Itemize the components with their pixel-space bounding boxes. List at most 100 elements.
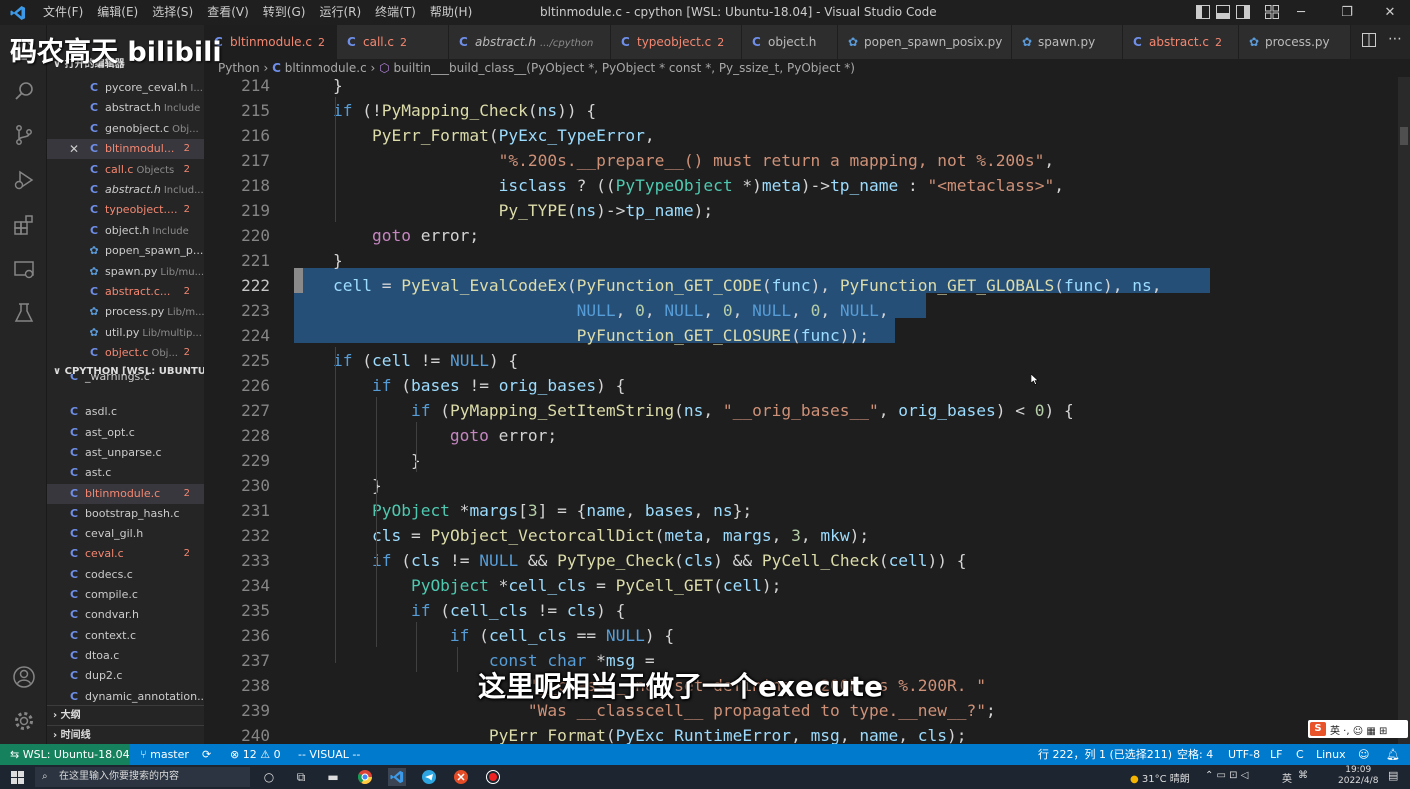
code-line[interactable]: PyFunction_GET_CLOSURE(func)); (294, 323, 869, 348)
chrome-icon[interactable] (356, 768, 374, 786)
search-icon[interactable] (0, 71, 47, 111)
close-editor-icon[interactable]: ✕ (69, 139, 79, 159)
menu-terminal[interactable]: 终端(T) (368, 0, 423, 25)
file-tree-item[interactable]: Ccodecs.c (47, 565, 204, 585)
tab-call-c[interactable]: Ccall.c 2 (337, 25, 449, 59)
vertical-scrollbar[interactable] (1398, 77, 1410, 744)
open-editor-item[interactable]: ✿ util.py Lib/multip... (47, 323, 204, 343)
ime-toolbar[interactable]: S 英 ·, ☺ ▦ ⊞ (1308, 720, 1408, 738)
feedback-icon[interactable]: ☺ (1358, 744, 1369, 765)
scrollbar-thumb[interactable] (1400, 127, 1408, 145)
breadcrumb-symbol[interactable]: builtin___build_class__(PyObject *, PyOb… (393, 61, 854, 75)
encoding[interactable]: UTF-8 (1228, 744, 1260, 765)
code-line[interactable]: if (bases != orig_bases) { (294, 373, 625, 398)
tab-popen-spawn-posix-py[interactable]: ✿ popen_spawn_posix.py (838, 25, 1012, 59)
close-window-button[interactable]: ✕ (1367, 0, 1410, 25)
file-tree-item[interactable]: Ccontext.c (47, 626, 204, 646)
sync-icon[interactable]: ⟳ (202, 744, 211, 765)
code-line[interactable]: PyErr_Format(PyExc_TypeError, (294, 123, 655, 148)
open-editor-item[interactable]: Cabstract.h Include (47, 98, 204, 118)
tab-spawn-py[interactable]: ✿ spawn.py (1012, 25, 1123, 59)
outline-header[interactable]: › 大纲 (47, 705, 204, 725)
code-line[interactable]: if (!PyMapping_Check(ns)) { (294, 98, 596, 123)
tray-icons[interactable]: ⌃ ▭ ⊡ ◁ (1205, 770, 1248, 781)
recorder-icon[interactable] (484, 768, 502, 786)
telegram-icon[interactable] (420, 768, 438, 786)
code-line[interactable]: Py_TYPE(ns)->tp_name); (294, 198, 713, 223)
code-line[interactable]: "%.200s.__prepare__() must return a mapp… (294, 148, 1055, 173)
more-actions-icon[interactable]: ⋯ (1388, 31, 1402, 47)
run-debug-icon[interactable] (0, 160, 47, 200)
open-editor-item[interactable]: ✿ popen_spawn_p... (47, 241, 204, 261)
customize-layout-icon[interactable] (1265, 5, 1279, 19)
open-editor-item[interactable]: Cobject.h Include (47, 221, 204, 241)
indentation[interactable]: 空格: 4 (1177, 744, 1213, 765)
file-tree-item[interactable]: Cceval_gil.h (47, 524, 204, 544)
breadcrumb-folder[interactable]: Python (218, 61, 260, 75)
code-line[interactable]: cell = PyEval_EvalCodeEx(PyFunction_GET_… (294, 273, 1161, 298)
code-line[interactable]: if (cls != NULL && PyType_Check(cls) && … (294, 548, 967, 573)
menu-run[interactable]: 运行(R) (312, 0, 368, 25)
task-view-icon[interactable]: ⧉ (292, 768, 310, 786)
open-editor-item[interactable]: ✕ Cbltinmodul... 2 (47, 139, 204, 160)
weather-widget[interactable]: ● 31°C 晴朗 (1130, 770, 1190, 785)
file-tree-item[interactable]: Ccompile.c (47, 585, 204, 605)
open-editor-item[interactable]: Cgenobject.c Obj... (47, 119, 204, 139)
split-editor-icon[interactable] (1362, 33, 1376, 47)
problems-indicator[interactable]: ⊗ 12 ⚠ 0 (230, 744, 281, 765)
extensions-icon[interactable] (0, 205, 47, 245)
tab-abstract-c[interactable]: Cabstract.c 2 (1123, 25, 1239, 59)
tab-bltinmodule-c[interactable]: Cbltinmodule.c 2 (204, 25, 337, 59)
file-tree-item[interactable]: Cbootstrap_hash.c (47, 504, 204, 524)
code-line[interactable]: if (cell_cls == NULL) { (294, 623, 674, 648)
code-line[interactable]: } (294, 248, 343, 273)
file-tree-item[interactable]: Cdynamic_annotation... (47, 687, 204, 707)
cortana-icon[interactable]: ○ (260, 768, 278, 786)
timeline-header[interactable]: › 时间线 (47, 725, 204, 744)
notifications-bell-icon[interactable]: 🔔︎ (1386, 744, 1400, 765)
code-line[interactable]: } (294, 473, 382, 498)
open-editor-item[interactable]: Cabstract.c... 2 (47, 282, 204, 302)
testing-icon[interactable] (0, 293, 47, 333)
code-line[interactable]: isclass ? ((PyTypeObject *)meta)->tp_nam… (294, 173, 1064, 198)
tab-object-h[interactable]: Cobject.h (742, 25, 838, 59)
app-icon[interactable] (452, 768, 470, 786)
open-editor-item[interactable]: ✿ spawn.py Lib/mu... (47, 262, 204, 282)
code-line[interactable]: PyObject *cell_cls = PyCell_GET(cell); (294, 573, 781, 598)
end-of-line[interactable]: LF (1270, 744, 1282, 765)
code-line[interactable]: if (cell_cls != cls) { (294, 598, 625, 623)
vscode-taskbar-icon[interactable] (388, 768, 406, 786)
code-line[interactable]: if (PyMapping_SetItemString(ns, "__orig_… (294, 398, 1074, 423)
taskbar-search-input[interactable]: ⌕ 在这里输入你要搜索的内容 (35, 767, 250, 787)
toggle-primary-sidebar-icon[interactable] (1196, 5, 1210, 19)
code-line[interactable]: NULL, 0, NULL, 0, NULL, 0, NULL, (294, 298, 889, 323)
code-line[interactable]: } (294, 448, 421, 473)
file-tree-item[interactable]: Cbltinmodule.c 2 (47, 483, 204, 504)
source-control-icon[interactable] (0, 115, 47, 155)
toggle-panel-icon[interactable] (1216, 5, 1230, 19)
toggle-secondary-sidebar-icon[interactable] (1236, 5, 1250, 19)
settings-gear-icon[interactable] (0, 701, 47, 741)
tab-process-py[interactable]: ✿ process.py (1239, 25, 1351, 59)
open-editor-item[interactable]: Ctypeobject.... 2 (47, 200, 204, 220)
minimize-button[interactable]: ─ (1278, 0, 1324, 25)
file-tree-item[interactable]: Cast.c (47, 463, 204, 483)
code-line[interactable]: goto error; (294, 423, 557, 448)
code-line[interactable]: } (294, 77, 343, 98)
open-editor-item[interactable]: Cpycore_ceval.h I... (47, 78, 204, 98)
open-editor-item[interactable]: Ccall.c Objects 2 (47, 160, 204, 180)
file-tree-item[interactable]: Ccondvar.h (47, 605, 204, 625)
tab-typeobject-c[interactable]: Ctypeobject.c 2 (611, 25, 742, 59)
branch-indicator[interactable]: ⑂ master (140, 744, 189, 765)
file-tree-item[interactable]: Cast_opt.c (47, 423, 204, 443)
os-indicator[interactable]: Linux (1316, 744, 1346, 765)
file-tree-item[interactable]: Cceval.c 2 (47, 544, 204, 564)
breadcrumb-file[interactable]: bltinmodule.c (285, 61, 367, 75)
vscode-logo-icon[interactable] (0, 0, 36, 25)
action-center-icon[interactable]: ▤ (1388, 769, 1398, 782)
open-editor-item[interactable]: ✿ process.py Lib/m... (47, 302, 204, 322)
open-editor-item[interactable]: Cobject.c Obj... 2 (47, 343, 204, 363)
input-language[interactable]: 英 (1282, 770, 1292, 785)
menu-selection[interactable]: 选择(S) (145, 0, 200, 25)
menu-help[interactable]: 帮助(H) (423, 0, 479, 25)
